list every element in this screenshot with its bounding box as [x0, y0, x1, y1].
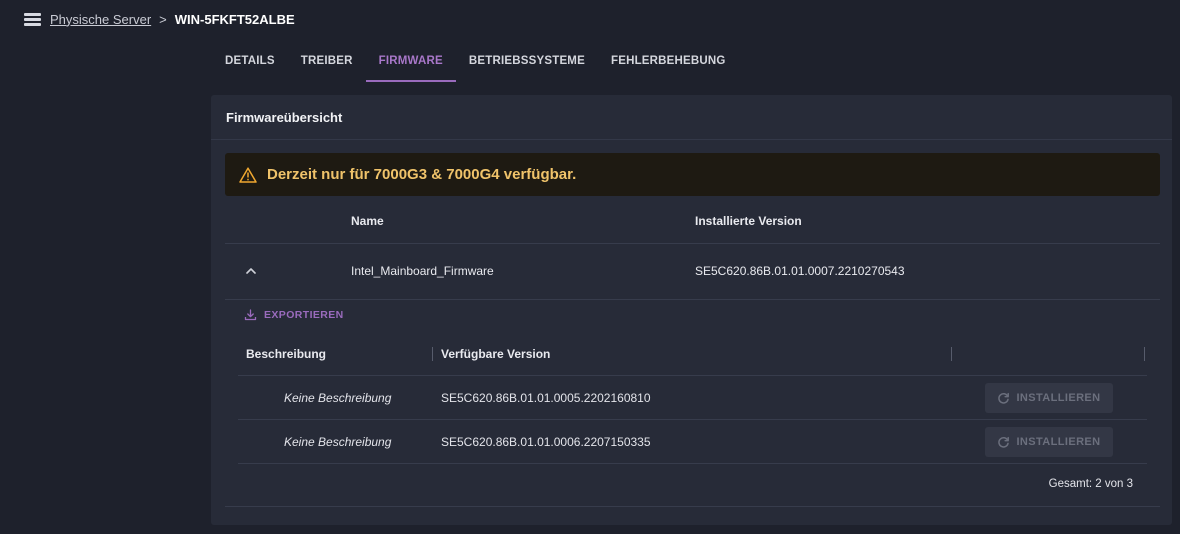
- breadcrumb: Physische Server > WIN-5FKFT52ALBE: [24, 10, 295, 28]
- version-row: Keine Beschreibung SE5C620.86B.01.01.000…: [238, 420, 1147, 464]
- install-button[interactable]: INSTALLIEREN: [985, 383, 1113, 413]
- tab-bar: DETAILS TREIBER FIRMWARE BETRIEBSSYSTEME…: [212, 44, 739, 82]
- version-description: Keine Beschreibung: [284, 435, 392, 449]
- available-version: SE5C620.86B.01.01.0005.2202160810: [441, 391, 651, 405]
- version-description: Keine Beschreibung: [284, 391, 392, 405]
- table-row[interactable]: Intel_Mainboard_Firmware SE5C620.86B.01.…: [225, 244, 1160, 300]
- refresh-icon: [998, 436, 1010, 448]
- subtable-header: Beschreibung Verfügbare Version: [238, 337, 1147, 376]
- tab-firmware[interactable]: FIRMWARE: [365, 44, 456, 82]
- column-header-description[interactable]: Beschreibung: [246, 347, 326, 361]
- pagination-footer: Gesamt: 2 von 3: [225, 463, 1160, 507]
- card-title: Firmwareübersicht: [211, 95, 1172, 140]
- breadcrumb-parent-link[interactable]: Physische Server: [50, 12, 151, 27]
- firmware-name: Intel_Mainboard_Firmware: [351, 264, 494, 278]
- breadcrumb-current: WIN-5FKFT52ALBE: [174, 11, 295, 27]
- available-version: SE5C620.86B.01.01.0006.2207150335: [441, 435, 651, 449]
- column-header-installed-version[interactable]: Installierte Version: [695, 214, 802, 228]
- tab-details[interactable]: DETAILS: [212, 44, 288, 82]
- export-button[interactable]: EXPORTIEREN: [244, 309, 344, 321]
- column-header-name[interactable]: Name: [351, 214, 384, 228]
- export-label: EXPORTIEREN: [264, 309, 344, 321]
- column-header-available-version[interactable]: Verfügbare Version: [441, 347, 550, 361]
- pagination-total: Gesamt: 2 von 3: [1048, 478, 1133, 490]
- version-row: Keine Beschreibung SE5C620.86B.01.01.000…: [238, 376, 1147, 420]
- installed-version: SE5C620.86B.01.01.0007.2210270543: [695, 264, 905, 278]
- column-divider[interactable]: [432, 347, 433, 361]
- firmware-card: Firmwareübersicht Derzeit nur für 7000G3…: [211, 95, 1172, 525]
- download-icon: [244, 309, 257, 321]
- column-divider[interactable]: [951, 347, 952, 361]
- refresh-icon: [998, 392, 1010, 404]
- warning-triangle-icon: [239, 166, 257, 183]
- warning-banner: Derzeit nur für 7000G3 & 7000G4 verfügba…: [225, 153, 1160, 196]
- install-label: INSTALLIEREN: [1016, 436, 1101, 448]
- column-divider[interactable]: [1144, 347, 1145, 361]
- menu-list-icon[interactable]: [24, 12, 41, 26]
- warning-text: Derzeit nur für 7000G3 & 7000G4 verfügba…: [267, 166, 577, 183]
- install-button[interactable]: INSTALLIEREN: [985, 427, 1113, 457]
- tab-treiber[interactable]: TREIBER: [288, 44, 366, 82]
- chevron-up-icon[interactable]: [244, 264, 258, 278]
- breadcrumb-separator: >: [159, 11, 167, 27]
- tab-fehlerbehebung[interactable]: FEHLERBEHEBUNG: [598, 44, 739, 82]
- tab-betriebssysteme[interactable]: BETRIEBSSYSTEME: [456, 44, 598, 82]
- table-header: Name Installierte Version: [225, 203, 1160, 244]
- install-label: INSTALLIEREN: [1016, 392, 1101, 404]
